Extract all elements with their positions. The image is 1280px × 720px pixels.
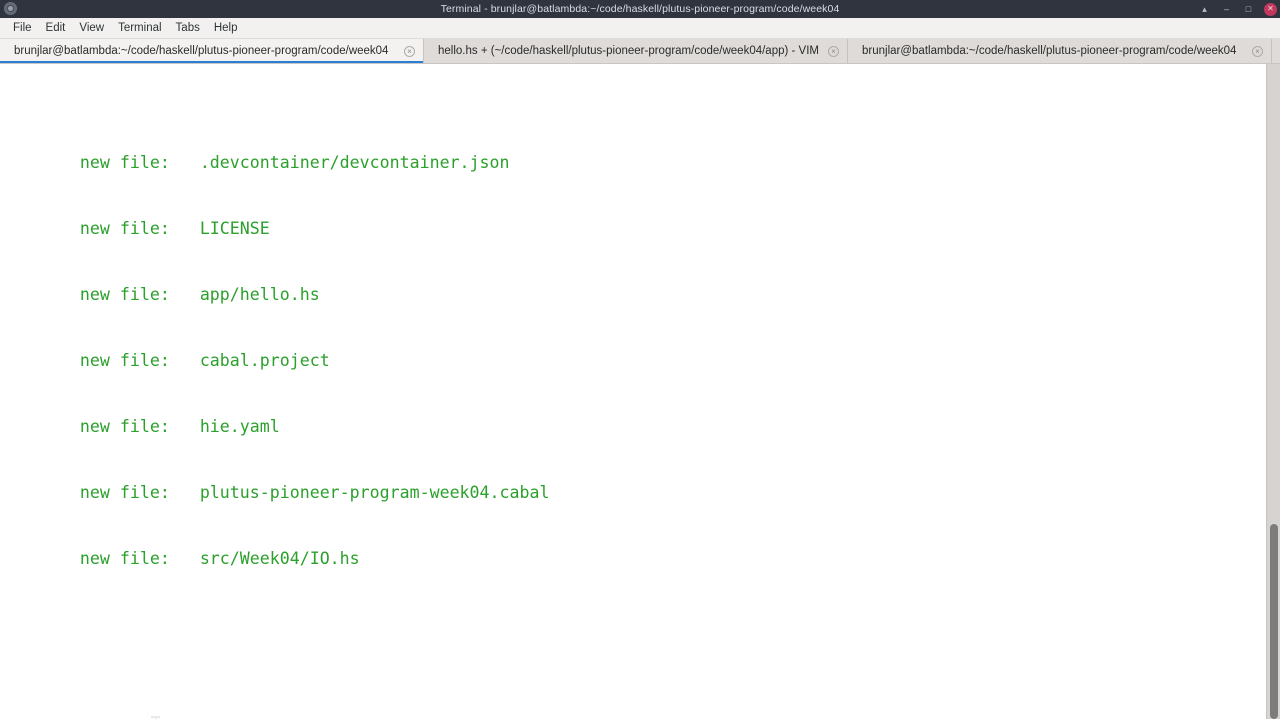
tab-vim-hello-hs[interactable]: hello.hs + (~/code/haskell/plutus-pionee… xyxy=(424,39,848,63)
tab-label: hello.hs + (~/code/haskell/plutus-pionee… xyxy=(438,45,819,57)
menu-item-tabs[interactable]: Tabs xyxy=(169,20,207,36)
menu-item-edit[interactable]: Edit xyxy=(39,20,73,36)
terminal-output[interactable]: new file: .devcontainer/devcontainer.jso… xyxy=(0,64,1266,719)
git-status-line: new file: hie.yaml xyxy=(0,416,1266,438)
maximize-icon: □ xyxy=(1245,3,1252,14)
terminal-scrollbar[interactable] xyxy=(1266,64,1280,719)
git-status-text: new file: xyxy=(0,483,200,502)
menu-item-file[interactable]: File xyxy=(6,20,39,36)
scrollbar-thumb[interactable] xyxy=(1270,524,1278,719)
minimize-window-button[interactable]: – xyxy=(1220,3,1233,16)
shade-window-button[interactable]: ▴ xyxy=(1198,3,1211,16)
terminal-window: Terminal - brunjlar@batlambda:~/code/has… xyxy=(0,0,1280,720)
shade-icon: ▴ xyxy=(1202,3,1207,14)
window-title: Terminal - brunjlar@batlambda:~/code/has… xyxy=(440,3,840,15)
git-status-text: new file: xyxy=(0,549,200,568)
tab-label: brunjlar@batlambda:~/code/haskell/plutus… xyxy=(14,45,389,57)
maximize-window-button[interactable]: □ xyxy=(1242,3,1255,16)
menu-item-help[interactable]: Help xyxy=(207,20,245,36)
menubar: File Edit View Terminal Tabs Help xyxy=(0,18,1280,39)
close-icon: ✕ xyxy=(1267,3,1274,13)
git-status-text: new file: xyxy=(0,219,200,238)
terminal-body: new file: .devcontainer/devcontainer.jso… xyxy=(0,64,1280,719)
tab-terminal-week04-2[interactable]: brunjlar@batlambda:~/code/haskell/plutus… xyxy=(848,39,1272,63)
window-titlebar: Terminal - brunjlar@batlambda:~/code/has… xyxy=(0,0,1280,18)
tab-close-icon[interactable]: × xyxy=(1252,45,1263,57)
git-file-path: .devcontainer/devcontainer.json xyxy=(199,153,510,172)
window-controls: ▴ – □ ✕ xyxy=(1198,0,1277,18)
git-status-text: new file: xyxy=(0,351,200,370)
git-file-path: app/hello.hs xyxy=(199,285,320,304)
menu-item-view[interactable]: View xyxy=(72,20,111,36)
tab-close-icon[interactable]: × xyxy=(404,45,415,57)
git-status-line: new file: .devcontainer/devcontainer.jso… xyxy=(0,152,1266,174)
tab-close-icon[interactable]: × xyxy=(828,45,839,57)
git-status-line: new file: src/Week04/IO.hs xyxy=(0,548,1266,570)
git-status-text: new file: xyxy=(0,153,200,172)
tabbar: brunjlar@batlambda:~/code/haskell/plutus… xyxy=(0,39,1280,64)
git-status-text: new file: xyxy=(0,285,200,304)
git-status-line: new file: plutus-pioneer-program-week04.… xyxy=(0,482,1266,504)
tab-terminal-week04-1[interactable]: brunjlar@batlambda:~/code/haskell/plutus… xyxy=(0,39,424,63)
git-file-path: cabal.project xyxy=(199,351,330,370)
close-window-button[interactable]: ✕ xyxy=(1264,2,1277,16)
git-file-path: LICENSE xyxy=(199,219,270,238)
git-file-path: src/Week04/IO.hs xyxy=(199,549,360,568)
git-file-path: hie.yaml xyxy=(199,417,280,436)
menu-item-terminal[interactable]: Terminal xyxy=(111,20,168,36)
tab-label: brunjlar@batlambda:~/code/haskell/plutus… xyxy=(862,45,1237,57)
minimize-icon: – xyxy=(1223,3,1229,14)
git-status-line: new file: LICENSE xyxy=(0,218,1266,240)
terminal-app-icon xyxy=(4,2,17,15)
git-file-path: plutus-pioneer-program-week04.cabal xyxy=(199,483,550,502)
git-status-line: new file: app/hello.hs xyxy=(0,284,1266,306)
git-status-line: new file: cabal.project xyxy=(0,350,1266,372)
git-status-text: new file: xyxy=(0,417,200,436)
